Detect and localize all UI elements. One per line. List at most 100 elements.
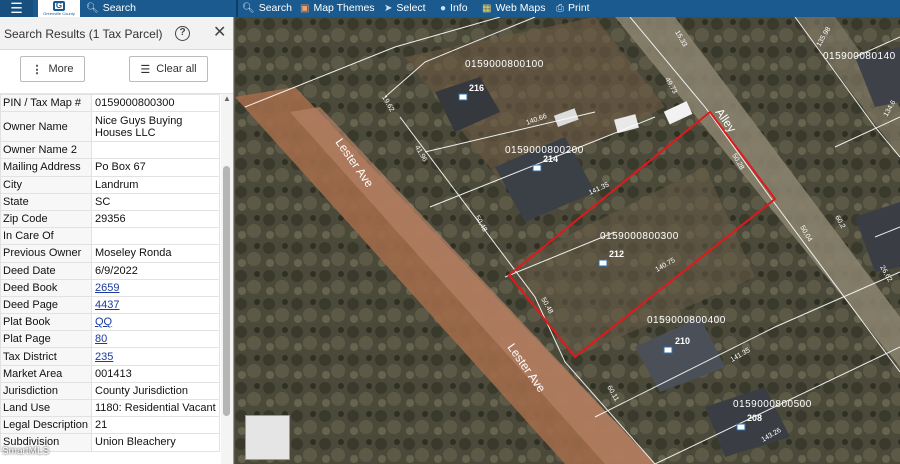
attr-key: Mailing Address [0,158,92,177]
logo-mark-icon: G [53,1,65,11]
address-label: 214 [543,154,558,164]
menu-hamburger-icon[interactable]: ☰ [0,0,33,17]
search-panel-button[interactable]: 🔍︎ Search [86,0,136,17]
aerial-map[interactable]: Lester Ave Lester Ave Alley 015900080010… [235,17,900,464]
vertical-dots-icon: ⋮ [31,63,43,76]
attr-value: 1180: Residential Vacant [91,398,220,418]
attr-key: Previous Owner [0,244,92,263]
attr-value: Nice Guys Buying Houses LLC [91,111,220,143]
parcel-label: 0159000800100 [465,59,544,70]
plat-book-link[interactable]: QQ [91,313,220,332]
attr-key: Zip Code [0,209,92,229]
cursor-arrow-icon: ➤ [384,3,393,14]
search-icon: 🔍︎ [86,3,99,14]
attr-key: City [0,175,92,194]
panel-actions: ⋮ More ☰ Clear all [0,50,233,94]
table-row: State SC [0,192,220,211]
select-button[interactable]: ➤ Select [384,0,426,17]
table-row: Jurisdiction County Jurisdiction [0,381,220,401]
address-marker-icon [663,346,673,354]
table-row: Owner Name 2 [0,141,220,160]
table-row: Owner Name Nice Guys Buying Houses LLC [0,111,220,143]
scroll-up-arrow-icon[interactable]: ▲ [223,94,231,103]
attr-value: 001413 [91,364,220,383]
search-icon: 🔍︎ [242,3,255,14]
table-row: Deed Book 2659 [0,278,220,297]
print-button[interactable]: ⎙ Print [556,0,590,17]
print-label: Print [568,2,590,14]
attr-key: Deed Page [0,295,92,315]
panel-scrollbar[interactable]: ▲ [221,94,233,464]
table-row: In Care Of [0,227,220,246]
parcel-label: 015900080140 [823,51,896,62]
map-view[interactable]: Lester Ave Lester Ave Alley 015900080010… [235,17,900,464]
web-maps-label: Web Maps [495,2,546,14]
more-button[interactable]: ⋮ More [20,56,85,82]
panel-title: Search Results (1 Tax Parcel) [4,27,163,41]
table-row: Plat Book QQ [0,313,220,332]
attr-key: Plat Page [0,330,92,349]
address-label: 208 [747,413,762,423]
deed-book-link[interactable]: 2659 [91,278,220,297]
address-label: 210 [675,336,690,346]
table-row: Plat Page 80 [0,330,220,349]
attr-key: Deed Book [0,278,92,297]
attr-value: County Jurisdiction [91,381,220,401]
clear-all-label: Clear all [156,63,197,75]
address-label: 212 [609,249,624,259]
attr-key: Land Use [0,398,92,418]
attr-key: PIN / Tax Map # [0,94,92,113]
map-themes-icon: ▣ [300,3,310,14]
address-marker-icon [736,423,746,431]
attr-key: Deed Date [0,261,92,280]
attr-value: 21 [91,416,220,435]
attribute-table-container: PIN / Tax Map #0159000800300 Owner Name N… [0,94,220,464]
attr-value: 29356 [91,209,220,229]
attr-key: Plat Book [0,313,92,332]
address-label: 216 [469,83,484,93]
parcel-label: 0159000800500 [733,399,812,410]
attr-value: Union Bleachery [91,433,220,452]
tax-district-link[interactable]: 235 [91,347,220,366]
attr-value: 0159000800300 [91,94,220,113]
map-pin-icon: ● [440,3,447,14]
attr-key: State [0,192,92,211]
attr-key: Owner Name 2 [0,141,92,160]
map-themes-label: Map Themes [313,2,375,14]
plat-page-link[interactable]: 80 [91,330,220,349]
parcel-label: 0159000800400 [647,315,726,326]
watermark-text: SmartMLS [2,446,50,457]
table-row: Mailing Address Po Box 67 [0,158,220,177]
printer-icon: ⎙ [556,3,564,14]
overview-map[interactable] [245,415,290,460]
more-label: More [48,63,74,75]
attr-value [91,227,220,246]
map-themes-button[interactable]: ▣ Map Themes [300,0,375,17]
top-toolbar: ☰ G Greenville County 🔍︎ Search 🔍︎ Searc… [0,0,900,17]
search-results-panel: Search Results (1 Tax Parcel) ? ✕ ⋮ More… [0,17,234,464]
attr-value: 6/9/2022 [91,261,220,280]
table-row: Deed Date 6/9/2022 [0,261,220,280]
attr-value: Po Box 67 [91,158,220,177]
address-marker-icon [598,259,608,267]
info-button[interactable]: ● Info [440,0,468,17]
deed-page-link[interactable]: 4437 [91,295,220,315]
web-maps-button[interactable]: ▦ Web Maps [482,0,545,17]
address-marker-icon [458,93,468,101]
table-row: Previous Owner Moseley Ronda [0,244,220,263]
attr-key: Legal Description [0,416,92,435]
search-button[interactable]: 🔍︎ Search [242,0,292,17]
attr-value: SC [91,192,220,211]
clear-all-button[interactable]: ☰ Clear all [129,56,208,82]
table-row: Zip Code 29356 [0,209,220,229]
table-row: City Landrum [0,175,220,194]
scroll-thumb[interactable] [223,166,230,416]
attr-value: Landrum [91,175,220,194]
close-icon[interactable]: ✕ [213,24,226,42]
help-icon[interactable]: ? [175,26,190,41]
toolbar-divider [236,0,238,17]
table-row: Legal Description 21 [0,416,220,435]
address-marker-icon [532,164,542,172]
search-label: Search [258,2,292,14]
app-window: ☰ G Greenville County 🔍︎ Search 🔍︎ Searc… [0,0,900,464]
